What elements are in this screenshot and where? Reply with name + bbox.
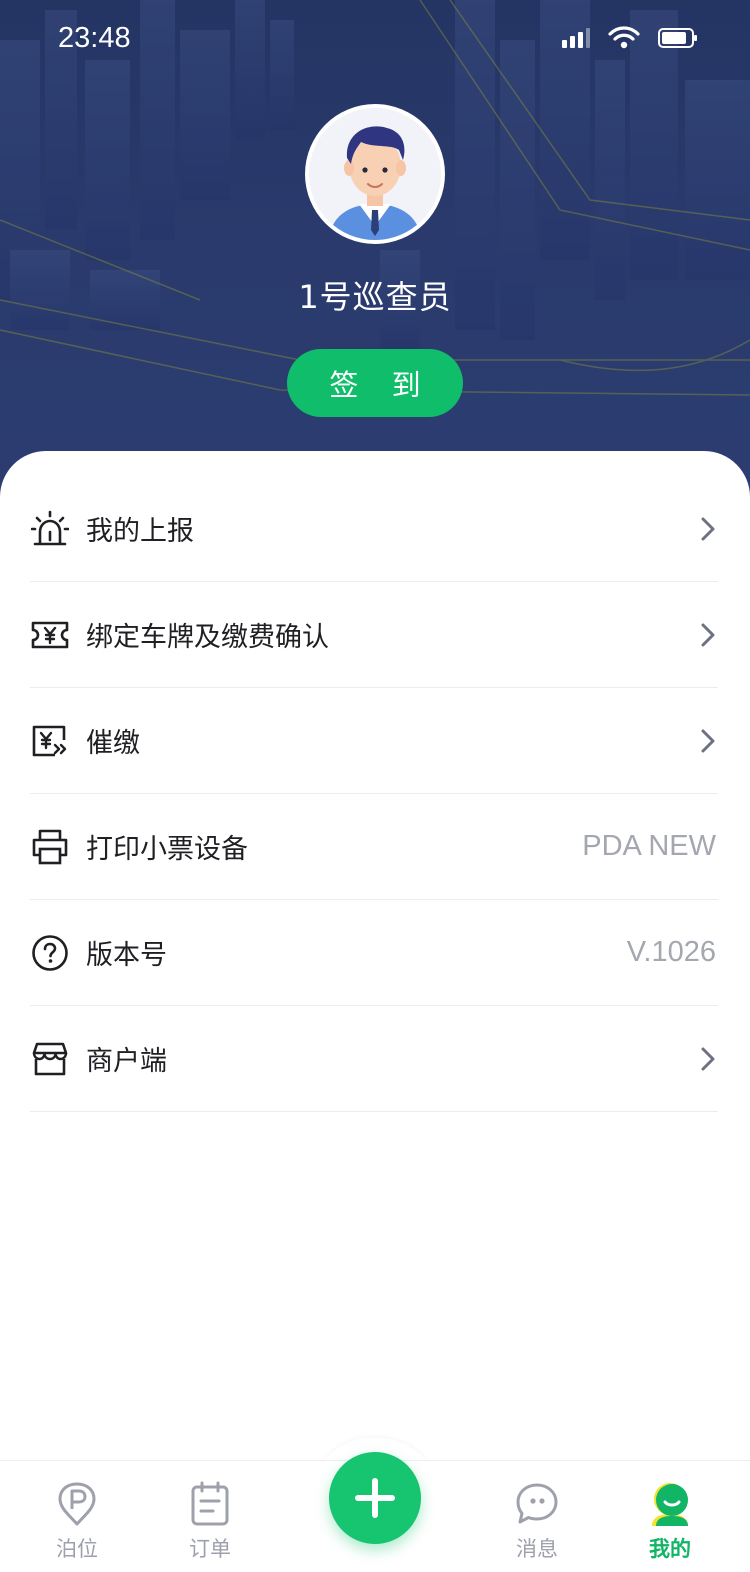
menu-item-merchant[interactable]: 商户端 xyxy=(30,1006,718,1112)
parking-pin-icon xyxy=(27,1479,127,1529)
menu-item-label: 打印小票设备 xyxy=(86,834,248,865)
status-time: 23:48 xyxy=(58,22,131,54)
menu-item-payment-reminder[interactable]: 催缴 xyxy=(30,688,718,794)
tab-label: 我的 xyxy=(649,1537,691,1561)
payment-reminder-icon xyxy=(30,721,70,761)
menu-item-label: 商户端 xyxy=(86,1046,167,1077)
menu-item-label: 版本号 xyxy=(86,940,167,971)
menu-item-version[interactable]: 版本号 V.1026 xyxy=(30,900,718,1006)
chevron-right-icon xyxy=(701,623,715,646)
tab-parking[interactable]: 泊位 xyxy=(27,1479,127,1563)
printer-device-value: PDA NEW xyxy=(582,830,716,862)
menu-item-label: 我的上报 xyxy=(86,516,194,547)
help-icon xyxy=(30,933,70,973)
version-value: V.1026 xyxy=(626,936,716,968)
menu-item-label: 催缴 xyxy=(86,728,140,759)
menu-item-label: 绑定车牌及缴费确认 xyxy=(86,622,329,653)
menu-list: 我的上报 绑定车牌及缴费确认 催缴 打印小票设备 PDA NEW 版本号 V.1… xyxy=(30,476,718,1112)
menu-item-my-reports[interactable]: 我的上报 xyxy=(30,476,718,582)
menu-item-printer-device[interactable]: 打印小票设备 PDA NEW xyxy=(30,794,718,900)
add-button[interactable] xyxy=(329,1452,421,1544)
avatar-illustration xyxy=(329,126,421,240)
wifi-icon xyxy=(608,26,640,49)
printer-icon xyxy=(30,827,70,867)
message-bubble-icon xyxy=(487,1479,587,1529)
chevron-right-icon xyxy=(701,517,715,540)
store-icon xyxy=(30,1039,70,1079)
chevron-right-icon xyxy=(701,1047,715,1070)
tab-messages[interactable]: 消息 xyxy=(487,1479,587,1563)
alarm-icon xyxy=(30,509,70,549)
battery-icon xyxy=(658,28,697,48)
chevron-right-icon xyxy=(701,729,715,752)
status-bar: 23:48 xyxy=(0,0,750,80)
menu-card: 我的上报 绑定车牌及缴费确认 催缴 打印小票设备 PDA NEW 版本号 V.1… xyxy=(0,451,750,1460)
checkin-button[interactable]: 签 到 xyxy=(287,349,463,417)
order-clipboard-icon xyxy=(160,1479,260,1529)
avatar[interactable] xyxy=(305,104,445,244)
signal-icon xyxy=(562,28,590,48)
ticket-yuan-icon xyxy=(30,615,70,655)
plus-icon xyxy=(355,1478,395,1518)
profile-header: 23:48 1号巡查员 签 到 xyxy=(0,0,750,520)
user-name: 1号巡查员 xyxy=(298,278,452,316)
tab-mine[interactable]: 我的 xyxy=(620,1479,720,1563)
menu-item-bind-plate[interactable]: 绑定车牌及缴费确认 xyxy=(30,582,718,688)
tab-label: 消息 xyxy=(516,1537,558,1561)
user-face-icon xyxy=(620,1479,720,1529)
tab-label: 订单 xyxy=(189,1537,231,1561)
tab-label: 泊位 xyxy=(56,1537,98,1561)
tab-orders[interactable]: 订单 xyxy=(160,1479,260,1563)
